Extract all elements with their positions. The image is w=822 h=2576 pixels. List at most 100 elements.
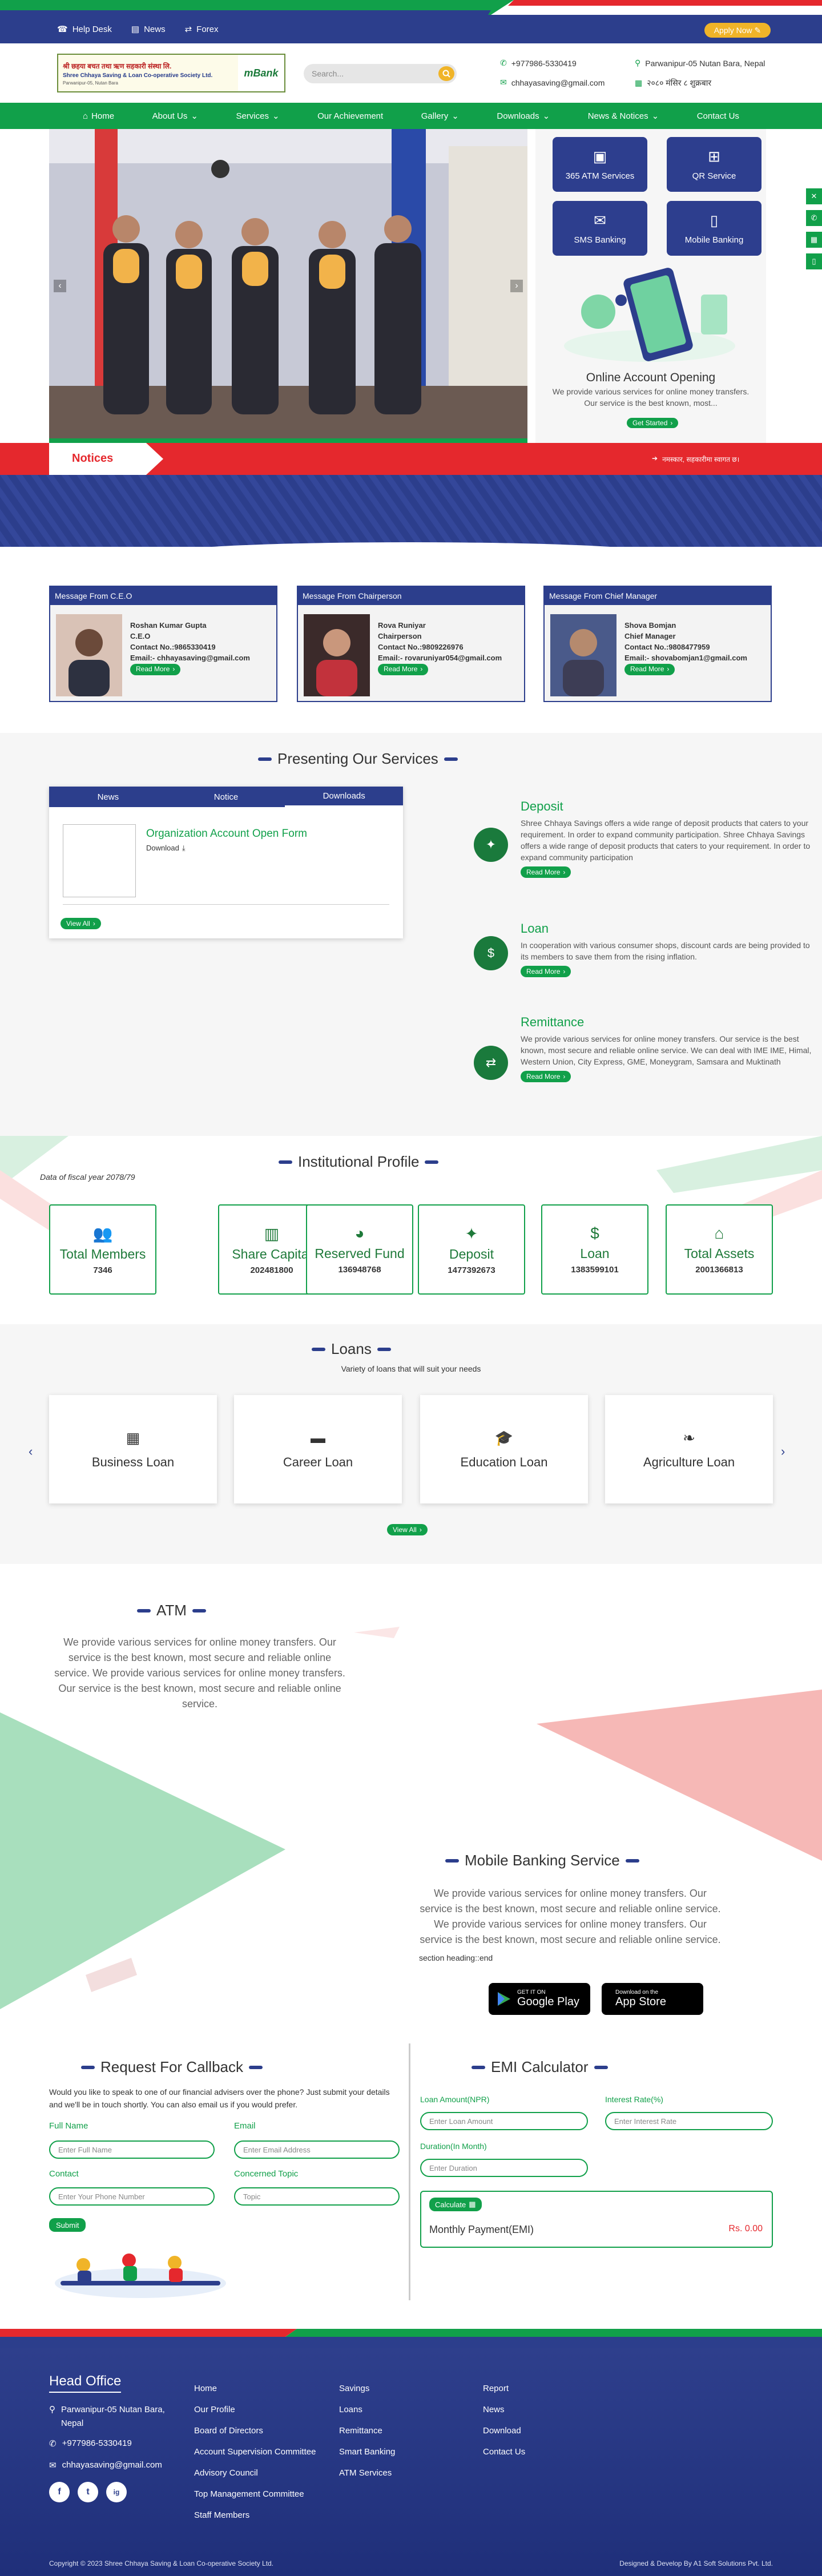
footer-link-staff[interactable]: Staff Members xyxy=(194,2505,316,2526)
nav-item-services[interactable]: Services ⌄ xyxy=(236,111,279,122)
forex-link[interactable]: ⇄ Forex xyxy=(185,24,219,35)
footer-link-smart-banking[interactable]: Smart Banking xyxy=(339,2441,395,2462)
footer-link-contact[interactable]: Contact Us xyxy=(483,2441,525,2462)
read-more-button[interactable]: Read More › xyxy=(521,966,571,977)
submit-button[interactable]: Submit xyxy=(49,2218,86,2232)
message-card-header: Message From Chief Manager xyxy=(545,587,771,605)
nav-item-home[interactable]: ⌂ Home xyxy=(83,111,114,121)
loan-amount-input[interactable]: Enter Loan Amount xyxy=(420,2112,588,2130)
logo[interactable]: श्री छहया बचत तथा ऋण सहकारी संस्था लि. S… xyxy=(57,54,285,92)
read-more-button[interactable]: Read More › xyxy=(624,663,675,675)
footer-link-supervision[interactable]: Account Supervision Committee xyxy=(194,2441,316,2462)
help-desk-link[interactable]: ☎ Help Desk xyxy=(57,24,112,35)
nav-item-about[interactable]: About Us ⌄ xyxy=(152,111,198,122)
header-email[interactable]: ✉ chhayasaving@gmail.com xyxy=(500,78,605,87)
footer-link-savings[interactable]: Savings xyxy=(339,2378,395,2399)
nav-item-achievement[interactable]: Our Achievement xyxy=(317,111,383,121)
download-title[interactable]: Organization Account Open Form xyxy=(146,828,307,840)
read-more-button[interactable]: Read More › xyxy=(521,866,571,878)
topic-input[interactable]: Topic xyxy=(234,2187,400,2206)
apply-now-button[interactable]: Apply Now ✎ xyxy=(704,23,771,38)
qr-service-button[interactable]: ⊞ QR Service xyxy=(667,137,761,192)
header-phone[interactable]: ✆ +977986-5330419 xyxy=(500,58,577,68)
email-label: Email xyxy=(234,2121,256,2131)
download-link[interactable]: Download ⤓ xyxy=(146,844,186,853)
call-icon[interactable]: ✆ xyxy=(806,210,822,226)
contact-input[interactable]: Enter Your Phone Number xyxy=(49,2187,215,2206)
email-input[interactable]: Enter Email Address xyxy=(234,2140,400,2159)
footer-link-report[interactable]: Report xyxy=(483,2378,525,2399)
footer-link-atm[interactable]: ATM Services xyxy=(339,2462,395,2484)
chevron-right-icon: › xyxy=(670,419,673,427)
footer-link-news[interactable]: News xyxy=(483,2399,525,2420)
nav-item-gallery[interactable]: Gallery ⌄ xyxy=(421,111,459,122)
duration-input[interactable]: Enter Duration xyxy=(420,2159,588,2177)
service-title: Loan xyxy=(521,921,549,936)
search-icon[interactable] xyxy=(438,66,454,81)
loan-card-career[interactable]: ▬ Career Loan xyxy=(234,1395,402,1503)
mobile-banking-title: Mobile Banking Service xyxy=(445,1852,639,1869)
building-icon: ▥ xyxy=(264,1224,280,1243)
chevron-down-icon: ⌄ xyxy=(191,111,198,121)
callback-title: Request For Callback xyxy=(81,2058,263,2076)
facebook-icon[interactable]: f xyxy=(49,2482,70,2502)
footer-link-home[interactable]: Home xyxy=(194,2378,316,2399)
interest-rate-input[interactable]: Enter Interest Rate xyxy=(605,2112,773,2130)
loan-card-education[interactable]: 🎓 Education Loan xyxy=(420,1395,588,1503)
share-icon[interactable]: ✕ xyxy=(806,188,822,204)
message-name: Roshan Kumar Gupta xyxy=(130,621,207,630)
chevron-right-icon: › xyxy=(563,1073,566,1081)
tab-notice[interactable]: Notice xyxy=(167,787,285,807)
calculator-icon[interactable]: ▦ xyxy=(806,232,822,248)
loan-card-business[interactable]: ▦ Business Loan xyxy=(49,1395,217,1503)
footer-link-management[interactable]: Top Management Committee xyxy=(194,2484,316,2505)
chevron-right-icon: › xyxy=(667,665,670,673)
instagram-icon[interactable]: ig xyxy=(106,2482,127,2502)
loan-card-agriculture[interactable]: ❧ Agriculture Loan xyxy=(605,1395,773,1503)
search-input[interactable]: Search... xyxy=(304,64,457,83)
notices-ticker[interactable]: ➔ नमस्कार, सहकारीमा स्वागत छ। xyxy=(652,454,739,464)
read-more-button[interactable]: Read More › xyxy=(378,663,429,675)
footer-link-advisory[interactable]: Advisory Council xyxy=(194,2462,316,2484)
footer-phone[interactable]: ✆ +977986-5330419 xyxy=(49,2438,132,2449)
carousel-prev-icon[interactable]: ‹ xyxy=(29,1444,33,1459)
read-more-button[interactable]: Read More › xyxy=(521,1071,571,1082)
mobile-icon[interactable]: ▯ xyxy=(806,253,822,269)
sms-banking-button[interactable]: ✉ SMS Banking xyxy=(553,201,647,256)
get-started-button[interactable]: Get Started › xyxy=(627,418,679,428)
footer-link-board[interactable]: Board of Directors xyxy=(194,2420,316,2441)
download-thumbnail[interactable] xyxy=(63,824,136,897)
full-name-input[interactable]: Enter Full Name xyxy=(49,2140,215,2159)
google-play-button[interactable]: GET IT ON Google Play xyxy=(489,1983,590,2015)
read-more-button[interactable]: Read More › xyxy=(130,663,181,675)
nav-item-news[interactable]: News & Notices ⌄ xyxy=(588,111,659,122)
app-store-button[interactable]: Download on the App Store xyxy=(602,1983,703,2015)
nav-item-contact[interactable]: Contact Us xyxy=(697,111,739,121)
tab-news[interactable]: News xyxy=(49,787,167,807)
loan-hand-icon: $ xyxy=(474,936,508,970)
slider-prev-icon[interactable]: ‹ xyxy=(54,280,66,292)
atm-icon: ▣ xyxy=(593,148,607,165)
message-email: Email:- rovaruniyar054@gmail.com xyxy=(378,654,502,662)
footer-link-remittance[interactable]: Remittance xyxy=(339,2420,395,2441)
phone-icon: ✆ xyxy=(500,58,507,67)
nav-item-downloads[interactable]: Downloads ⌄ xyxy=(497,111,550,122)
envelope-icon: ✉ xyxy=(500,78,507,87)
mobile-banking-button[interactable]: ▯ Mobile Banking xyxy=(667,201,761,256)
footer-email[interactable]: ✉ chhayasaving@gmail.com xyxy=(49,2460,162,2470)
footer-link-loans[interactable]: Loans xyxy=(339,2399,395,2420)
carousel-next-icon[interactable]: › xyxy=(781,1444,785,1459)
calculate-button[interactable]: Calculate ▦ xyxy=(429,2198,482,2211)
hero-slider[interactable]: ‹ › xyxy=(49,129,527,443)
footer-link-profile[interactable]: Our Profile xyxy=(194,2399,316,2420)
phone-icon: ✆ xyxy=(49,2439,57,2449)
news-link[interactable]: ▤ News xyxy=(131,24,166,35)
twitter-icon[interactable]: t xyxy=(78,2482,98,2502)
view-all-button[interactable]: View All › xyxy=(61,918,101,929)
form-icon: ✎ xyxy=(754,25,761,35)
atm-service-button[interactable]: ▣ 365 ATM Services xyxy=(553,137,647,192)
loans-view-all-button[interactable]: View All › xyxy=(387,1524,428,1535)
tab-downloads[interactable]: Downloads xyxy=(285,787,404,807)
slider-next-icon[interactable]: › xyxy=(510,280,523,292)
footer-link-download[interactable]: Download xyxy=(483,2420,525,2441)
